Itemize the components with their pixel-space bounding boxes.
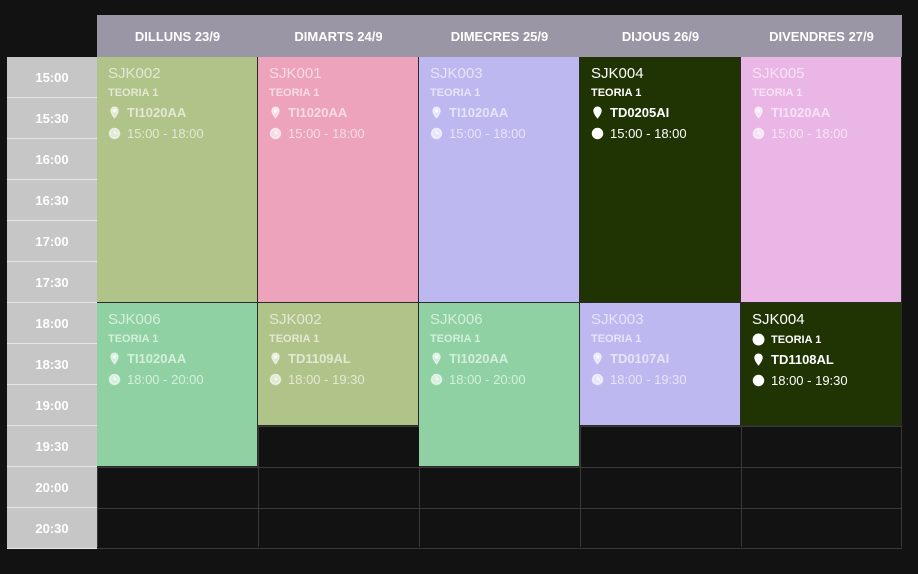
event-code: SJK002 [108,65,161,82]
event-code: SJK002 [269,311,322,328]
grid-line [97,508,902,509]
event-card[interactable]: SJK004 TEORIA 1 TD0205AI 15:00 - 18:00 [580,57,741,303]
event-type: TEORIA 1 [108,333,159,345]
event-time: 15:00 - 18:00 [610,126,687,141]
time-slot: 19:00 [7,385,97,426]
grid-line [97,467,902,468]
event-card[interactable]: SJK001 TEORIA 1 TI1020AA 15:00 - 18:00 [258,57,419,303]
info-icon [752,333,765,346]
event-room: TI1020AA [127,105,187,120]
event-room: TD1109AL [288,351,351,366]
event-time: 15:00 - 18:00 [449,126,526,141]
event-time: 15:00 - 18:00 [771,126,848,141]
time-slot: 15:30 [7,98,97,139]
clock-icon [269,127,282,140]
clock-icon [430,373,443,386]
location-pin-icon [269,352,282,365]
location-pin-icon [752,353,765,366]
clock-icon [591,373,604,386]
location-pin-icon [430,352,443,365]
day-header-friday: DIVENDRES 27/9 [741,15,902,57]
event-room: TI1020AA [288,105,348,120]
location-pin-icon [269,106,282,119]
time-slot: 17:30 [7,262,97,303]
event-card[interactable]: SJK005 TEORIA 1 TI1020AA 15:00 - 18:00 [741,57,902,303]
event-time: 18:00 - 20:00 [127,372,204,387]
event-code: SJK004 [752,311,805,328]
event-room: TI1020AA [127,351,187,366]
event-card[interactable]: SJK006 TEORIA 1 TI1020AA 18:00 - 20:00 [419,303,580,467]
calendar-grid: SJK002 TEORIA 1 TI1020AA 15:00 - 18:00 SJK00… [97,57,902,549]
event-code: SJK004 [591,65,644,82]
time-slot: 20:00 [7,467,97,508]
event-type: TEORIA 1 [591,333,642,345]
event-type: TEORIA 1 [108,87,159,99]
event-type: TEORIA 1 [269,333,320,345]
time-slot: 18:00 [7,303,97,344]
event-card[interactable]: SJK006 TEORIA 1 TI1020AA 18:00 - 20:00 [97,303,258,467]
clock-icon [108,127,121,140]
days-header: DILLUNS 23/9 DIMARTS 24/9 DIMECRES 25/9 … [97,15,902,57]
event-time: 18:00 - 19:30 [771,373,848,388]
event-type: TEORIA 1 [591,87,642,99]
clock-icon [752,374,765,387]
time-slot: 20:30 [7,508,97,549]
day-header-monday: DILLUNS 23/9 [97,15,258,57]
clock-icon [430,127,443,140]
event-card[interactable]: SJK003 TEORIA 1 TI1020AA 15:00 - 18:00 [419,57,580,303]
event-room: TD1108AL [771,352,834,367]
event-code: SJK006 [108,311,161,328]
event-type: TEORIA 1 [752,87,803,99]
event-time: 15:00 - 18:00 [288,126,365,141]
event-code: SJK001 [269,65,322,82]
time-slot: 19:30 [7,426,97,467]
event-type: TEORIA 1 [430,87,481,99]
location-pin-icon [108,106,121,119]
location-pin-icon [591,352,604,365]
event-code: SJK006 [430,311,483,328]
event-time: 18:00 - 19:30 [288,372,365,387]
event-room: TD0205AI [610,105,670,120]
time-slot: 18:30 [7,344,97,385]
time-slot: 17:00 [7,221,97,262]
event-time: 15:00 - 18:00 [127,126,204,141]
event-code: SJK003 [430,65,483,82]
clock-icon [108,373,121,386]
event-card[interactable]: SJK004 TEORIA 1 TD1108AL 18:00 - 19:30 [741,303,902,426]
event-room: TI1020AA [449,105,509,120]
clock-icon [269,373,282,386]
clock-icon [752,127,765,140]
time-slot: 15:00 [7,57,97,98]
event-room: TI1020AA [449,351,509,366]
event-room: TI1020AA [771,105,831,120]
event-type: TEORIA 1 [771,333,822,346]
location-pin-icon [752,106,765,119]
time-slot: 16:30 [7,180,97,221]
grid-line [97,548,902,549]
event-card[interactable]: SJK002 TEORIA 1 TI1020AA 15:00 - 18:00 [97,57,258,303]
event-type: TEORIA 1 [269,87,320,99]
event-room: TD0107AI [610,351,670,366]
day-header-tuesday: DIMARTS 24/9 [258,15,419,57]
event-card[interactable]: SJK003 TEORIA 1 TD0107AI 18:00 - 19:30 [580,303,741,426]
day-header-wednesday: DIMECRES 25/9 [419,15,580,57]
event-time: 18:00 - 20:00 [449,372,526,387]
location-pin-icon [591,106,604,119]
time-column: 15:00 15:30 16:00 16:30 17:00 17:30 18:0… [7,57,97,549]
clock-icon [591,127,604,140]
event-card[interactable]: SJK002 TEORIA 1 TD1109AL 18:00 - 19:30 [258,303,419,426]
event-code: SJK003 [591,311,644,328]
location-pin-icon [108,352,121,365]
event-code: SJK005 [752,65,805,82]
location-pin-icon [430,106,443,119]
day-header-thursday: DIJOUS 26/9 [580,15,741,57]
time-slot: 16:00 [7,139,97,180]
event-type: TEORIA 1 [430,333,481,345]
event-time: 18:00 - 19:30 [610,372,687,387]
